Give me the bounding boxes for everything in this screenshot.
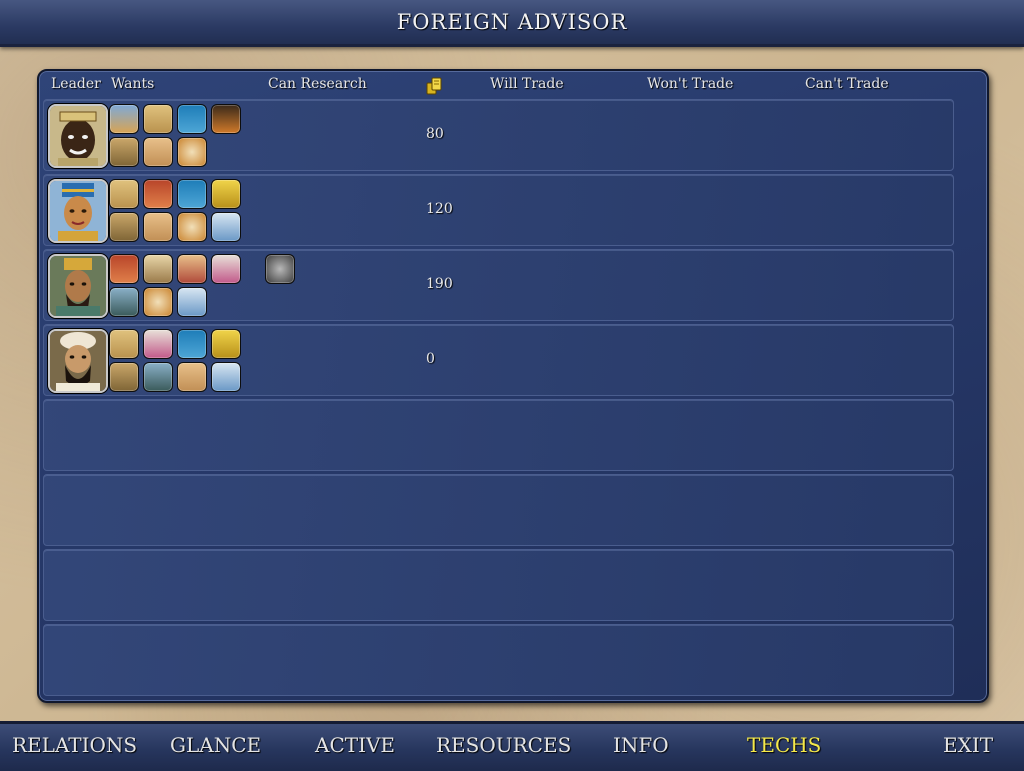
civ-row[interactable]: 0 bbox=[43, 324, 954, 396]
monk-tech-icon[interactable] bbox=[177, 254, 207, 284]
col-header-leader: Leader bbox=[51, 76, 101, 92]
col-header-will-trade: Will Trade bbox=[490, 76, 564, 92]
civ-row[interactable]: 80 bbox=[43, 99, 954, 171]
dragon-tech-icon[interactable] bbox=[109, 254, 139, 284]
scroll-pink-tech-icon[interactable] bbox=[143, 329, 173, 359]
knight-tech-icon[interactable] bbox=[211, 212, 241, 242]
advisor-nav-bar: RELATIONS GLANCE ACTIVE RESOURCES INFO T… bbox=[0, 721, 1024, 771]
statue-tech-icon[interactable] bbox=[109, 287, 139, 317]
zulu-leader-portrait[interactable] bbox=[48, 104, 108, 168]
crown-tech-icon[interactable] bbox=[211, 329, 241, 359]
gold-coins-icon bbox=[426, 77, 442, 95]
babylonian-leader-portrait[interactable] bbox=[48, 254, 108, 318]
nav-info[interactable]: INFO bbox=[613, 733, 669, 757]
col-header-can-research: Can Research bbox=[268, 76, 367, 92]
dragon-tech-icon[interactable] bbox=[143, 179, 173, 209]
col-header-wants: Wants bbox=[111, 76, 155, 92]
wheel-tech-icon[interactable] bbox=[265, 254, 295, 284]
empty-row bbox=[43, 624, 954, 696]
mosaic-tech-icon[interactable] bbox=[109, 362, 139, 392]
nav-resources[interactable]: RESOURCES bbox=[436, 733, 571, 757]
scroll-pink-tech-icon[interactable] bbox=[211, 254, 241, 284]
nav-glance[interactable]: GLANCE bbox=[170, 733, 261, 757]
tablets-tech-icon[interactable] bbox=[109, 329, 139, 359]
scroll-tech-icon[interactable] bbox=[143, 212, 173, 242]
pyramid-tech-icon[interactable] bbox=[109, 104, 139, 134]
exit-button[interactable]: EXIT bbox=[943, 733, 993, 757]
nav-relations[interactable]: RELATIONS bbox=[12, 733, 137, 757]
nav-active[interactable]: ACTIVE bbox=[315, 733, 395, 757]
gold-amount: 80 bbox=[426, 126, 444, 142]
mona-lisa-tech-icon[interactable] bbox=[211, 104, 241, 134]
crown-tech-icon[interactable] bbox=[211, 179, 241, 209]
knight-tech-icon[interactable] bbox=[211, 362, 241, 392]
blue-figure-tech-icon[interactable] bbox=[177, 179, 207, 209]
empty-row bbox=[43, 474, 954, 546]
blue-figure-tech-icon[interactable] bbox=[177, 329, 207, 359]
compass-tech-icon[interactable] bbox=[177, 137, 207, 167]
compass-tech-icon[interactable] bbox=[143, 287, 173, 317]
compass-tech-icon[interactable] bbox=[177, 212, 207, 242]
knight-tech-icon[interactable] bbox=[177, 287, 207, 317]
statue-tech-icon[interactable] bbox=[143, 362, 173, 392]
empty-row bbox=[43, 549, 954, 621]
col-header-wont-trade: Won't Trade bbox=[647, 76, 734, 92]
scroll-tech-icon[interactable] bbox=[177, 362, 207, 392]
gold-amount: 120 bbox=[426, 201, 453, 217]
egyptian-leader-portrait[interactable] bbox=[48, 179, 108, 243]
persian-leader-portrait[interactable] bbox=[48, 329, 108, 393]
civ-row[interactable]: 190 bbox=[43, 249, 954, 321]
scroll-tech-icon[interactable] bbox=[143, 137, 173, 167]
gold-amount: 190 bbox=[426, 276, 453, 292]
blue-figure-tech-icon[interactable] bbox=[177, 104, 207, 134]
col-header-cant-trade: Can't Trade bbox=[805, 76, 889, 92]
gold-amount: 0 bbox=[426, 351, 435, 367]
tablets-tech-icon[interactable] bbox=[109, 179, 139, 209]
map-tech-icon[interactable] bbox=[143, 254, 173, 284]
tablets-tech-icon[interactable] bbox=[143, 104, 173, 134]
empty-row bbox=[43, 399, 954, 471]
screen-title: FOREIGN ADVISOR bbox=[396, 10, 628, 34]
mosaic-tech-icon[interactable] bbox=[109, 137, 139, 167]
nav-techs[interactable]: TECHS bbox=[747, 733, 821, 757]
mosaic-tech-icon[interactable] bbox=[109, 212, 139, 242]
title-bar: FOREIGN ADVISOR bbox=[0, 0, 1024, 47]
civ-row[interactable]: 120 bbox=[43, 174, 954, 246]
